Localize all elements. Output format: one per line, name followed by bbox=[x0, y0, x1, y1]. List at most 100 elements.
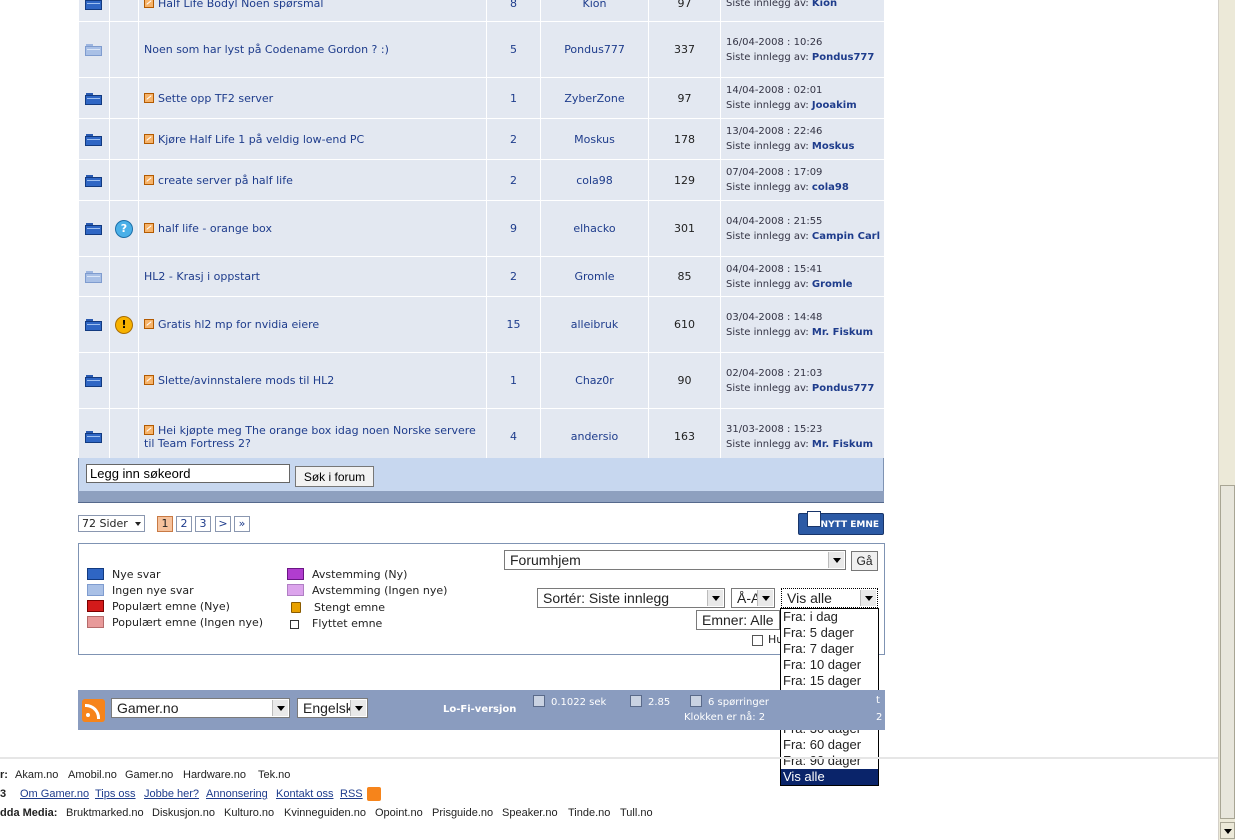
footer-link[interactable]: Om Gamer.no bbox=[20, 788, 89, 800]
topic-author[interactable]: Moskus bbox=[540, 118, 649, 160]
page-link[interactable]: > bbox=[215, 516, 231, 532]
topic-replies[interactable]: 2 bbox=[486, 118, 541, 160]
search-input[interactable] bbox=[86, 464, 290, 483]
scrollbar-thumb[interactable] bbox=[1220, 485, 1235, 819]
topic-title-link[interactable]: HL2 - Krasj i oppstart bbox=[144, 270, 260, 283]
footer-link[interactable]: Kontakt oss bbox=[276, 788, 333, 800]
page-link[interactable]: » bbox=[234, 516, 250, 532]
language-select[interactable]: Engelsk bbox=[297, 698, 368, 718]
scroll-down-arrow[interactable] bbox=[1220, 822, 1235, 839]
footer-link[interactable]: Prisguide.no bbox=[432, 807, 493, 819]
footer-link[interactable]: Tips oss bbox=[95, 788, 136, 800]
topic-author[interactable]: ZyberZone bbox=[540, 77, 649, 119]
last-post-date[interactable]: 13/04-2008 : 22:46 bbox=[726, 124, 884, 139]
last-post-date[interactable]: 02/04-2008 : 21:03 bbox=[726, 366, 884, 381]
date-range-select[interactable]: Vis alle bbox=[781, 588, 878, 608]
lofi-version-link[interactable]: Lo-Fi-versjon bbox=[443, 704, 516, 715]
last-post-author[interactable]: Campin Carl bbox=[812, 231, 880, 242]
last-post-author[interactable]: Moskus bbox=[812, 141, 855, 152]
new-topic-button[interactable]: NYTT EMNE bbox=[798, 511, 884, 535]
topic-title-link[interactable]: Gratis hl2 mp for nvidia eiere bbox=[158, 318, 319, 331]
footer-link[interactable]: Annonsering bbox=[206, 788, 268, 800]
page-link[interactable]: 2 bbox=[176, 516, 192, 532]
topic-replies[interactable]: 9 bbox=[486, 200, 541, 257]
last-post-author[interactable]: Mr. Fiskum bbox=[812, 439, 873, 450]
footer-link[interactable]: Gamer.no bbox=[125, 769, 173, 781]
topic-title-link[interactable]: Slette/avinnstalere mods til HL2 bbox=[158, 374, 334, 387]
last-post-date[interactable]: 16/04-2008 : 10:26 bbox=[726, 35, 884, 50]
highlight-checkbox[interactable] bbox=[752, 635, 763, 646]
topic-replies[interactable]: 2 bbox=[486, 256, 541, 297]
topic-replies[interactable]: 1 bbox=[486, 77, 541, 119]
topic-author[interactable]: Kion bbox=[540, 0, 649, 22]
topic-replies[interactable]: 2 bbox=[486, 159, 541, 201]
last-post-author[interactable]: cola98 bbox=[812, 182, 849, 193]
topic-author[interactable]: Pondus777 bbox=[540, 21, 649, 78]
topic-title-link[interactable]: half life - orange box bbox=[158, 222, 272, 235]
last-post-date[interactable]: 31/03-2008 : 15:23 bbox=[726, 422, 884, 437]
topic-author[interactable]: Chaz0r bbox=[540, 352, 649, 409]
last-post-date[interactable]: 14/04-2008 : 02:01 bbox=[726, 83, 884, 98]
footer-link[interactable]: Tek.no bbox=[258, 769, 290, 781]
last-post-author[interactable]: Gromle bbox=[812, 279, 853, 290]
footer-link[interactable]: Hardware.no bbox=[183, 769, 246, 781]
topic-title-link[interactable]: Kjøre Half Life 1 på veldig low-end PC bbox=[158, 133, 364, 146]
topic-replies[interactable]: 8 bbox=[486, 0, 541, 22]
footer-link[interactable]: Opoint.no bbox=[375, 807, 423, 819]
last-post-author[interactable]: Mr. Fiskum bbox=[812, 327, 873, 338]
topic-replies[interactable]: 5 bbox=[486, 21, 541, 78]
footer-link[interactable]: Akam.no bbox=[15, 769, 58, 781]
last-post-author[interactable]: Pondus777 bbox=[812, 52, 874, 63]
vertical-scrollbar[interactable] bbox=[1218, 0, 1235, 840]
topic-replies[interactable]: 1 bbox=[486, 352, 541, 409]
site-select[interactable]: Gamer.no bbox=[111, 698, 290, 718]
footer-link[interactable]: RSS bbox=[340, 788, 363, 800]
topic-author[interactable]: andersio bbox=[540, 408, 649, 465]
last-post-date[interactable]: 03/04-2008 : 14:48 bbox=[726, 310, 884, 325]
topic-replies[interactable]: 15 bbox=[486, 296, 541, 353]
footer-link[interactable]: Jobbe her? bbox=[144, 788, 199, 800]
topic-author[interactable]: Gromle bbox=[540, 256, 649, 297]
footer-link[interactable]: Bruktmarked.no bbox=[66, 807, 144, 819]
sort-by-select[interactable]: Sortér: Siste innlegg bbox=[537, 588, 725, 608]
topic-title-link[interactable]: Noen som har lyst på Codename Gordon ? :… bbox=[144, 43, 389, 56]
topic-title-link[interactable]: Sette opp TF2 server bbox=[158, 92, 273, 105]
date-range-option[interactable]: Fra: 7 dager bbox=[781, 641, 878, 657]
footer-link[interactable]: Diskusjon.no bbox=[152, 807, 215, 819]
last-post-date[interactable]: 07/04-2008 : 17:09 bbox=[726, 165, 884, 180]
last-post-author[interactable]: Pondus777 bbox=[812, 383, 874, 394]
footer-link[interactable]: Kvinneguiden.no bbox=[284, 807, 366, 819]
date-range-option[interactable]: Fra: 5 dager bbox=[781, 625, 878, 641]
sort-order-select[interactable]: Å-A bbox=[731, 588, 775, 608]
page-link[interactable]: 3 bbox=[195, 516, 211, 532]
page-link[interactable]: 1 bbox=[157, 516, 173, 532]
last-post-date[interactable]: 04/04-2008 : 15:41 bbox=[726, 262, 884, 277]
footer-link[interactable]: Tull.no bbox=[620, 807, 653, 819]
search-forum-button[interactable]: Søk i forum bbox=[295, 466, 374, 487]
footer-link[interactable]: Kulturo.no bbox=[224, 807, 274, 819]
rss-icon[interactable] bbox=[82, 699, 105, 722]
topic-replies[interactable]: 4 bbox=[486, 408, 541, 465]
footer-link[interactable]: Tinde.no bbox=[568, 807, 610, 819]
topic-author[interactable]: elhacko bbox=[540, 200, 649, 257]
date-range-option[interactable]: Vis alle bbox=[781, 769, 878, 785]
topic-author[interactable]: alleibruk bbox=[540, 296, 649, 353]
topic-title-link[interactable]: Hei kjøpte meg The orange box idag noen … bbox=[144, 424, 476, 450]
date-range-option[interactable]: Fra: 90 dager bbox=[781, 753, 878, 769]
date-range-option[interactable]: Fra: 60 dager bbox=[781, 737, 878, 753]
last-post-author[interactable]: Kion bbox=[812, 0, 837, 9]
forum-jump-select[interactable]: Forumhjem bbox=[504, 550, 846, 570]
footer-link[interactable]: Speaker.no bbox=[502, 807, 558, 819]
date-range-option[interactable]: Fra: 15 dager bbox=[781, 673, 878, 689]
last-post-date[interactable]: 04/04-2008 : 21:55 bbox=[726, 214, 884, 229]
last-post-author[interactable]: Jooakim bbox=[812, 100, 857, 111]
date-range-option[interactable]: Fra: 10 dager bbox=[781, 657, 878, 673]
topic-title-link[interactable]: Half Life Bodyl Noen spørsmål bbox=[158, 0, 323, 10]
pages-dropdown[interactable]: 72 Sider bbox=[78, 515, 145, 532]
topics-filter-select[interactable]: Emner: Alle bbox=[696, 610, 780, 630]
topic-title-link[interactable]: create server på half life bbox=[158, 174, 293, 187]
rss-icon[interactable] bbox=[367, 787, 381, 801]
date-range-option[interactable]: Fra: i dag bbox=[781, 609, 878, 625]
footer-link[interactable]: Amobil.no bbox=[68, 769, 117, 781]
topic-author[interactable]: cola98 bbox=[540, 159, 649, 201]
